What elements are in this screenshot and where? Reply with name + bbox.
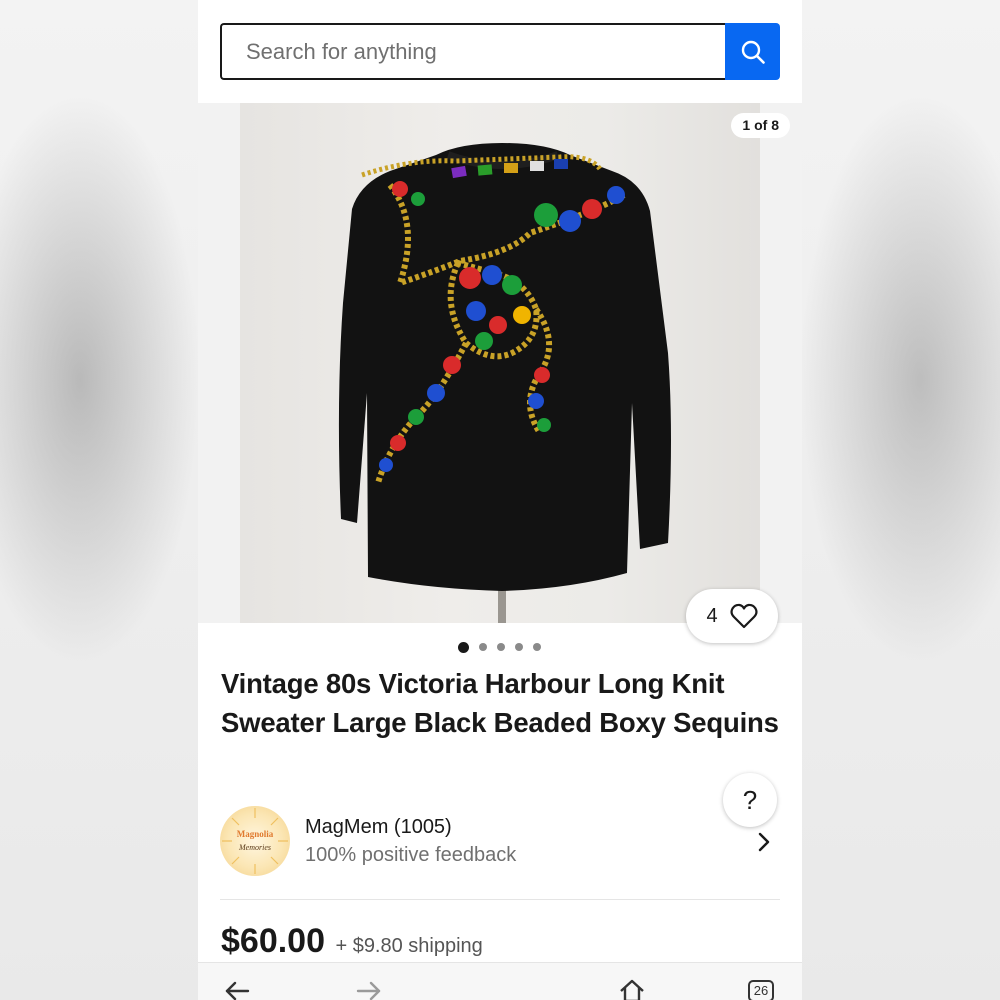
shipping-cost: + $9.80 shipping bbox=[335, 935, 483, 957]
svg-text:Magnolia: Magnolia bbox=[237, 829, 274, 839]
pagination-dot[interactable] bbox=[514, 643, 523, 651]
divider bbox=[220, 899, 780, 900]
pagination-dot[interactable] bbox=[457, 641, 469, 653]
price-row: $60.00 + $9.80 shipping bbox=[221, 922, 483, 966]
price: $60.00 bbox=[221, 922, 325, 960]
seller-avatar: Magnolia Memories bbox=[220, 806, 290, 876]
search-button[interactable] bbox=[725, 23, 780, 80]
search-bar bbox=[220, 23, 780, 80]
browser-bottom-nav: 26 bbox=[198, 962, 802, 1000]
watch-button[interactable]: 4 bbox=[686, 589, 778, 643]
phone-screen: 1 of 8 4 Vintage 80s Victoria Harbour Lo… bbox=[198, 0, 802, 1000]
forward-arrow-icon[interactable] bbox=[356, 981, 382, 1000]
back-arrow-icon[interactable] bbox=[224, 981, 250, 1000]
tabs-count-button[interactable]: 26 bbox=[748, 980, 774, 1000]
svg-text:Memories: Memories bbox=[238, 843, 271, 852]
seller-info[interactable]: Magnolia Memories MagMem (1005) 100% pos… bbox=[220, 806, 780, 878]
seller-logo: Magnolia Memories bbox=[222, 808, 288, 874]
seller-name: MagMem (1005) bbox=[305, 816, 452, 838]
listing-photo[interactable] bbox=[240, 103, 760, 623]
seller-feedback: 100% positive feedback bbox=[305, 844, 517, 866]
image-counter: 1 of 8 bbox=[731, 113, 790, 138]
search-input[interactable] bbox=[220, 23, 725, 80]
listing-title: Vintage 80s Victoria Harbour Long Knit S… bbox=[221, 668, 779, 738]
pagination-dot[interactable] bbox=[532, 643, 541, 651]
listing-image-gallery[interactable]: 1 of 8 bbox=[198, 103, 802, 623]
heart-icon bbox=[730, 603, 758, 629]
pagination-dot[interactable] bbox=[496, 643, 505, 651]
tabs-count: 26 bbox=[753, 983, 769, 998]
pagination-dot[interactable] bbox=[478, 643, 487, 651]
watch-count: 4 bbox=[706, 604, 718, 627]
home-icon[interactable] bbox=[618, 979, 646, 1000]
chevron-right-icon bbox=[758, 832, 770, 852]
sweater-image bbox=[338, 143, 671, 623]
search-icon bbox=[741, 40, 765, 64]
